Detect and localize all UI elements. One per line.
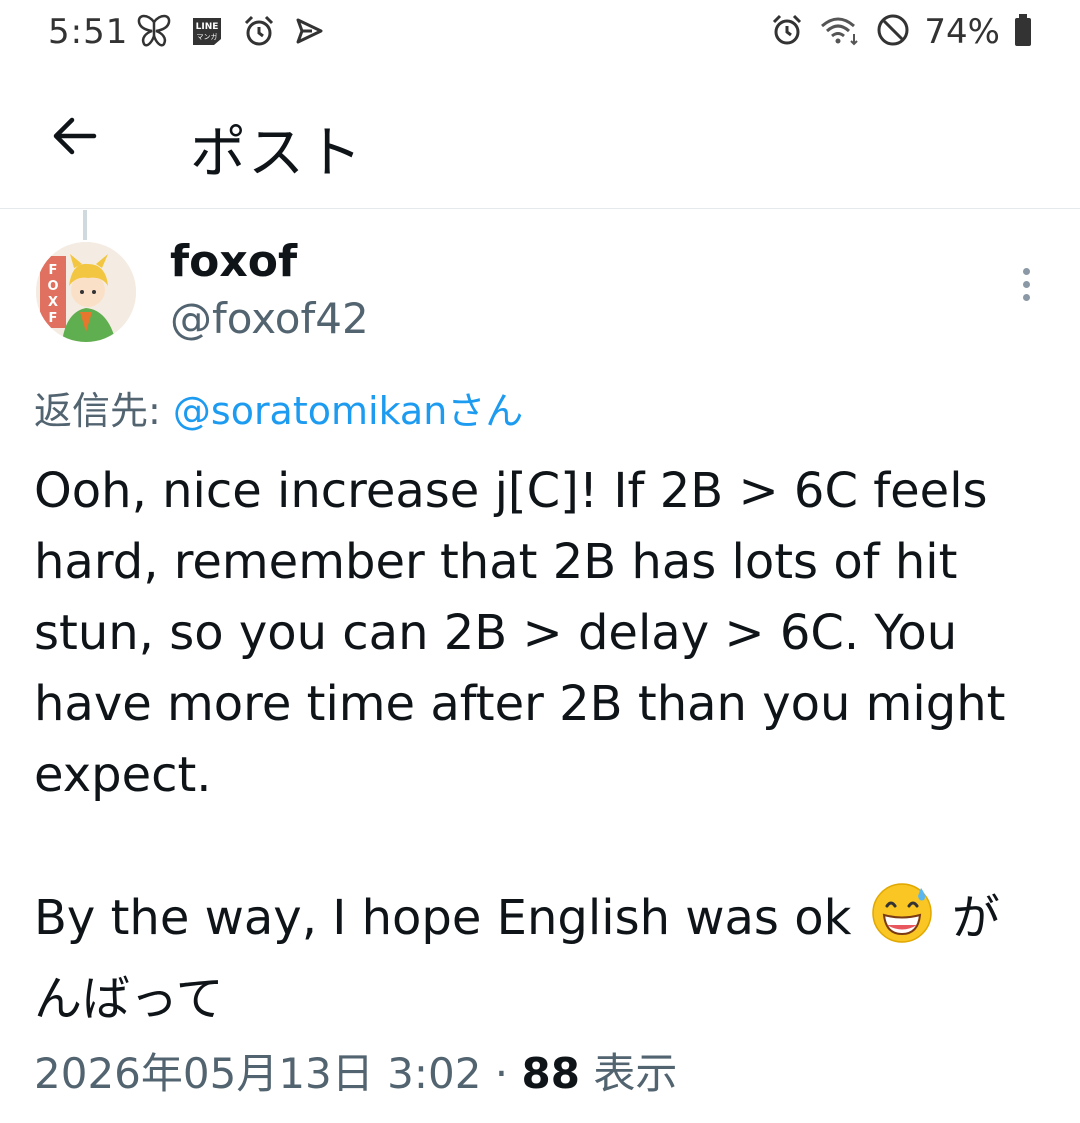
- system-icons: 74%: [770, 12, 1032, 52]
- back-button[interactable]: [44, 108, 104, 168]
- post-text: By the way, I hope English was ok: [34, 890, 867, 946]
- send-icon: [294, 16, 324, 50]
- meta-separator: ·: [481, 1049, 522, 1098]
- reply-mention-link[interactable]: @soratomikanさん: [173, 389, 523, 433]
- svg-text:X: X: [48, 295, 58, 310]
- alarm-icon: [242, 14, 276, 52]
- page-title: ポスト: [190, 121, 364, 186]
- author-name[interactable]: foxof: [170, 236, 297, 287]
- alarm-icon: [770, 13, 804, 51]
- do-not-disturb-icon: [876, 13, 910, 51]
- avatar[interactable]: F O X F: [36, 242, 136, 342]
- post-meta: 2026年05月13日 3:02 · 88 表示: [34, 1040, 677, 1101]
- thread-connector: [83, 210, 87, 240]
- notification-icons: LINE マンガ: [136, 14, 324, 52]
- svg-text:F: F: [49, 263, 58, 278]
- views-label: 表示: [579, 1049, 678, 1098]
- post-body: Ooh, nice increase j[C]! If 2B > 6C feel…: [34, 456, 1044, 1035]
- post-timestamp[interactable]: 2026年05月13日 3:02: [34, 1049, 481, 1098]
- line-manga-icon: LINE マンガ: [190, 15, 224, 51]
- arrow-left-icon: [50, 116, 98, 160]
- post-paragraph: By the way, I hope English was ok がんばって: [34, 882, 1044, 1035]
- butterfly-icon: [136, 14, 172, 52]
- status-time: 5:51: [48, 12, 129, 52]
- svg-text:マンガ: マンガ: [197, 32, 218, 41]
- battery-percent: 74%: [924, 12, 1000, 52]
- more-options-button[interactable]: [1008, 262, 1044, 306]
- svg-text:F: F: [49, 311, 58, 326]
- svg-text:LINE: LINE: [196, 22, 219, 32]
- more-dots-icon: [1022, 267, 1030, 275]
- grinning-face-with-sweat-emoji: [871, 882, 933, 964]
- battery-icon: [1014, 13, 1032, 51]
- top-app-bar: ポスト: [0, 64, 1080, 209]
- views-count[interactable]: 88: [522, 1049, 580, 1098]
- svg-text:O: O: [47, 279, 58, 294]
- status-bar: 5:51 LINE マンガ 74%: [0, 0, 1080, 64]
- author-handle[interactable]: @foxof42: [170, 294, 369, 343]
- post-paragraph: Ooh, nice increase j[C]! If 2B > 6C feel…: [34, 463, 1006, 803]
- wifi-icon: [818, 14, 862, 50]
- reply-to-prefix: 返信先:: [34, 389, 173, 433]
- reply-to-line: 返信先: @soratomikanさん: [34, 380, 523, 435]
